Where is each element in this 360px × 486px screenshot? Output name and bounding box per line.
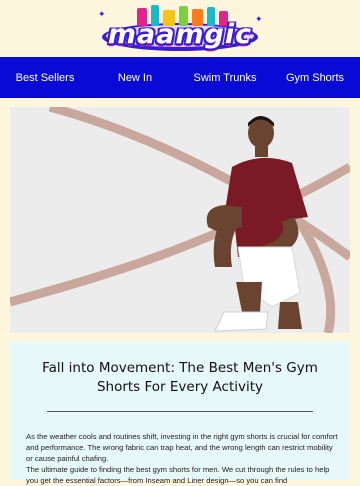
sparkle-icon: ✦ — [255, 14, 263, 24]
brand-logo[interactable]: maamgic — [95, 3, 265, 55]
divider — [47, 411, 313, 412]
email-header: maamgic ✦ ✦ — [0, 0, 360, 57]
logo-wordmark: maamgic — [107, 19, 253, 50]
nav-item-best-sellers[interactable]: Best Sellers — [0, 72, 90, 84]
article-title: Fall into Movement: The Best Men's Gym S… — [42, 360, 318, 395]
article-paragraph: As the weather cools and routines shift,… — [26, 432, 338, 463]
main-nav: Best Sellers New In Swim Trunks Gym Shor… — [0, 57, 360, 98]
nav-item-gym-shorts[interactable]: Gym Shorts — [270, 72, 360, 84]
article-section: Fall into Movement: The Best Men's Gym S… — [10, 341, 350, 485]
nav-item-swim-trunks[interactable]: Swim Trunks — [180, 72, 270, 84]
nav-item-new-in[interactable]: New In — [90, 72, 180, 84]
hero-image[interactable] — [10, 107, 350, 333]
sparkle-icon: ✦ — [98, 9, 106, 19]
article-paragraph: The ultimate guide to finding the best g… — [26, 465, 330, 485]
hero-illustration — [10, 107, 350, 333]
article-body: As the weather cools and routines shift,… — [26, 431, 338, 486]
